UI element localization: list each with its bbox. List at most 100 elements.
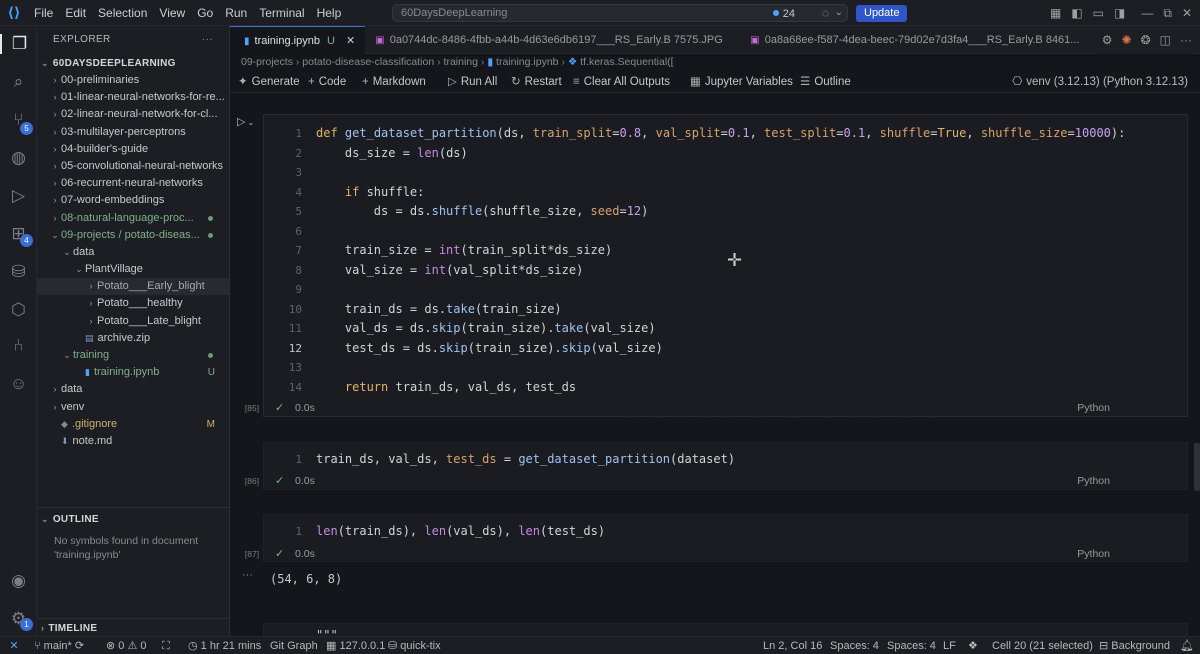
search-icon[interactable]: ⌕ [0, 72, 37, 92]
tree-item[interactable]: › data [37, 381, 229, 398]
tree-item[interactable]: › 06-recurrent-neural-networks [37, 175, 229, 192]
host-indicator[interactable]: ▦ 127.0.0.1 [326, 637, 385, 654]
account-icon[interactable]: ◉ [0, 571, 37, 591]
more-actions-icon[interactable]: ··· [1180, 33, 1192, 47]
editor-scrollbar[interactable] [1192, 93, 1200, 636]
jupyter-variables-button[interactable]: ▦ Jupyter Variables [690, 71, 793, 93]
tree-item[interactable]: ⌄ PlantVillage [37, 261, 229, 278]
breadcrumb-item[interactable]: training.ipynb [496, 56, 558, 68]
run-all-button[interactable]: ▷ Run All [448, 71, 497, 93]
command-center-search[interactable]: 60DaysDeepLearning 24 ◌ ⌄ [392, 4, 848, 22]
tree-item[interactable]: › Potato___healthy [37, 295, 229, 312]
git-graph-button[interactable]: Git Graph [270, 637, 318, 654]
git-graph-icon[interactable]: ⑃ [0, 336, 37, 356]
close-window-icon[interactable]: ✕ [1182, 6, 1192, 20]
breadcrumb-item[interactable]: tf.keras.Sequential([ [580, 56, 673, 68]
settings-gear-icon[interactable]: ⚙ [1102, 33, 1113, 47]
outline-header[interactable]: ⌄ OUTLINE [37, 510, 229, 528]
code-cell[interactable]: """ [263, 623, 1188, 636]
db-connection[interactable]: ⛁ quick-tix [388, 637, 441, 654]
remote-indicator-icon[interactable]: ✕ [0, 637, 28, 654]
code-line[interactable]: 1 len(train_ds), len(val_ds), len(test_ds… [264, 522, 1184, 542]
notifications-bell-icon[interactable]: 🔔︎ [1180, 637, 1194, 654]
breadcrumb-item[interactable]: training [444, 56, 478, 68]
toggle-sidebar-icon[interactable]: ◧ [1071, 6, 1082, 20]
tree-item[interactable]: ▤ archive.zip [37, 330, 229, 347]
cell-selection[interactable]: Cell 20 (21 selected) [992, 637, 1093, 654]
tree-item[interactable]: › 00-preliminaries [37, 72, 229, 89]
code-line[interactable]: 10 train_ds = ds.take(train_size) [264, 300, 1184, 320]
restart-button[interactable]: ↻ Restart [511, 71, 562, 93]
cell-language[interactable]: Python [1077, 472, 1110, 490]
close-tab-icon[interactable]: ✕ [346, 35, 355, 47]
tree-item[interactable]: ▮ training.ipynb U [37, 364, 229, 381]
code-line[interactable]: 5 ds = ds.shuffle(shuffle_size, seed=12) [264, 202, 1184, 222]
breadcrumb-item[interactable]: potato-disease-classification [302, 56, 434, 68]
menu-go[interactable]: Go [191, 0, 219, 26]
database-icon[interactable]: ⛁ [0, 262, 37, 282]
explorer-icon[interactable]: ❐ [0, 34, 37, 54]
tree-item[interactable]: › Potato___Early_blight [37, 278, 229, 296]
chevron-down-icon[interactable]: ⌄ [835, 5, 843, 21]
run-cell-icon[interactable]: ▷ ⌄ [237, 115, 254, 128]
clear-outputs-button[interactable]: ≡ Clear All Outputs [573, 71, 670, 93]
tree-item[interactable]: › 02-linear-neural-network-for-cl... [37, 106, 229, 123]
menu-run[interactable]: Run [219, 0, 253, 26]
run-icon[interactable]: ⛶ [162, 637, 170, 654]
tree-item[interactable]: › venv [37, 399, 229, 416]
background-task[interactable]: ⊟ Background [1099, 637, 1170, 654]
code-line[interactable]: 12 test_ds = ds.skip(train_size).skip(va… [264, 339, 1184, 359]
git-branch[interactable]: ⑂ main* ⟳ [34, 637, 84, 654]
tree-item[interactable]: › 03-multilayer-perceptrons [37, 124, 229, 141]
output-actions-icon[interactable]: ··· [242, 569, 253, 581]
code-line[interactable]: 9 [264, 280, 1184, 300]
tab-early-blight-image-1[interactable]: ▣ 0a0744dc-8486-4fbb-a44b-4d63e6db6197___… [365, 26, 740, 54]
toggle-secondary-sidebar-icon[interactable]: ◨ [1114, 6, 1125, 20]
add-markdown-cell-button[interactable]: + Markdown [362, 71, 426, 93]
tree-item[interactable]: › 08-natural-language-proc... [37, 210, 229, 227]
remote-explorer-icon[interactable]: ◍ [0, 148, 37, 168]
run-debug-icon[interactable]: ▷ [0, 186, 37, 206]
menu-edit[interactable]: Edit [59, 0, 92, 26]
code-cell[interactable]: 1 def get_dataset_partition(ds, train_spl… [263, 114, 1188, 417]
breadcrumb-item[interactable]: 09-projects [241, 56, 293, 68]
code-line[interactable]: 2 ds_size = len(ds) [264, 144, 1184, 164]
spark-icon[interactable]: ✺ [1122, 33, 1132, 47]
notification-count-badge[interactable]: 24 [772, 6, 795, 22]
end-of-line[interactable]: LF [943, 637, 956, 654]
code-line[interactable]: 1 train_ds, val_ds, test_ds = get_dataset… [264, 450, 1184, 470]
tree-item[interactable]: ⬇ note.md [37, 433, 229, 450]
code-line[interactable]: 3 [264, 163, 1184, 183]
project-section-header[interactable]: ⌄ 60DAYSDEEPLEARNING [37, 54, 229, 72]
outline-button[interactable]: ☰ Outline [800, 71, 851, 93]
openai-icon[interactable]: ❂ [1141, 33, 1151, 47]
tree-item[interactable]: › Potato___Late_blight [37, 313, 229, 330]
tree-item[interactable]: ◆ .gitignore M [37, 416, 229, 433]
tree-item[interactable]: ⌄ 09-projects / potato-diseas... [37, 227, 229, 244]
layout-icon[interactable]: ▦ [1050, 6, 1061, 20]
code-line[interactable]: 14 return train_ds, val_ds, test_ds [264, 378, 1184, 398]
tab-early-blight-image-2[interactable]: ▣ 0a8a68ee-f587-4dea-beec-79d02e7d3fa4___… [740, 26, 1085, 54]
chat-icon[interactable]: ◌ [822, 5, 829, 21]
add-code-cell-button[interactable]: + Code [308, 71, 346, 93]
code-line[interactable]: 7 train_size = int(train_split*ds_size) [264, 241, 1184, 261]
generate-button[interactable]: ✦ Generate [238, 71, 300, 93]
code-line[interactable]: 1 def get_dataset_partition(ds, train_spl… [264, 124, 1184, 144]
tree-item[interactable]: › 04-builder's-guide [37, 141, 229, 158]
copilot-icon[interactable]: ☺ [0, 374, 37, 394]
time-tracker[interactable]: ◷ 1 hr 21 mins [188, 637, 261, 654]
update-button[interactable]: Update [856, 5, 908, 22]
code-line[interactable]: 11 val_ds = ds.skip(train_size).take(val… [264, 319, 1184, 339]
code-line[interactable]: 6 [264, 222, 1184, 242]
more-actions-icon[interactable]: ··· [202, 26, 213, 54]
minimize-icon[interactable]: — [1141, 6, 1153, 20]
menu-file[interactable]: File [28, 0, 59, 26]
indentation[interactable]: Spaces: 4 [830, 637, 879, 654]
tree-item[interactable]: › 05-convolutional-neural-networks [37, 158, 229, 175]
code-line[interactable]: 8 val_size = int(val_split*ds_size) [264, 261, 1184, 281]
code-line[interactable]: 4 if shuffle: [264, 183, 1184, 203]
problems-indicator[interactable]: ⊗ 0 ⚠ 0 [106, 637, 147, 654]
tree-item[interactable]: › 07-word-embeddings [37, 192, 229, 209]
menu-help[interactable]: Help [311, 0, 348, 26]
tab-training-ipynb[interactable]: ▮ training.ipynb U ✕ [230, 26, 366, 54]
